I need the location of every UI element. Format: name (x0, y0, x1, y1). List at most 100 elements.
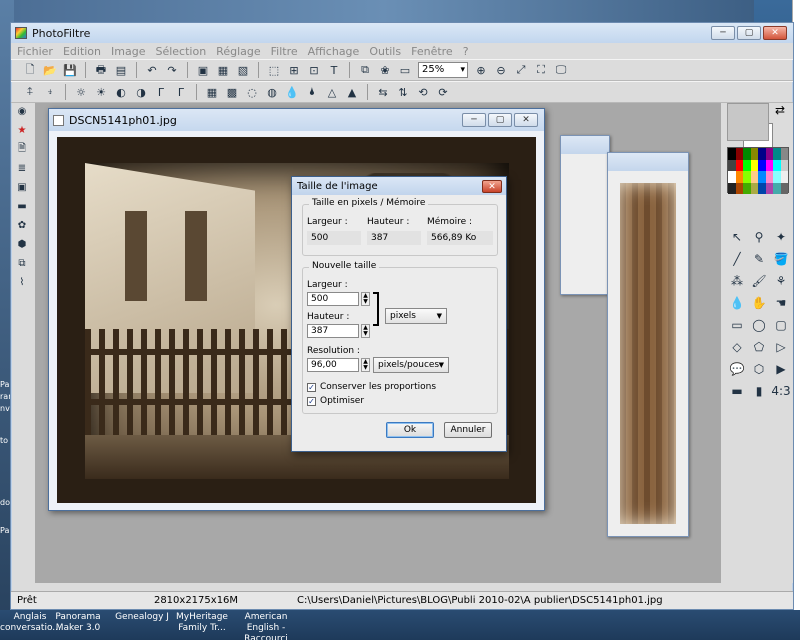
rounded-rect-icon[interactable]: ▢ (771, 315, 791, 335)
saturation-minus-icon[interactable]: Γ (172, 83, 190, 101)
fill-mode-icon[interactable]: ▬ (727, 381, 747, 401)
undo-icon[interactable]: ↶ (143, 61, 161, 79)
stamp-icon[interactable]: ⚘ (771, 271, 791, 291)
dialog-close-button[interactable]: ✕ (482, 179, 502, 193)
rotate-right-icon[interactable]: ⟳ (434, 83, 452, 101)
speech-icon[interactable]: 💬 (727, 359, 747, 379)
height-input[interactable]: 387 (307, 324, 359, 338)
menu-help[interactable]: ? (463, 45, 469, 58)
foreground-color-swatch[interactable] (727, 103, 769, 141)
menu-fenetre[interactable]: Fenêtre (411, 45, 453, 58)
save-icon[interactable]: 💾 (61, 61, 79, 79)
smudge-icon[interactable]: ✋ (749, 293, 769, 313)
sepia-icon[interactable]: ▩ (223, 83, 241, 101)
width-spinner[interactable]: ▲ ▼ (361, 292, 370, 306)
polygon-icon[interactable]: ⬡ (749, 359, 769, 379)
resize-icon[interactable]: ⊡ (305, 61, 323, 79)
zoom-out-icon[interactable]: ⊖ (492, 61, 510, 79)
maximize-button[interactable]: ▢ (737, 26, 761, 40)
palette-icon[interactable]: ✿ (14, 217, 30, 233)
globe-icon[interactable]: ◉ (14, 103, 30, 119)
auto-levels-icon[interactable]: ⍏ (21, 83, 39, 101)
unit-select[interactable]: pixels (385, 308, 447, 324)
zoom-select[interactable]: 25% (418, 62, 468, 78)
image-window-titlebar[interactable]: DSCN5141ph01.jpg ─ ▢ ✕ (49, 109, 544, 131)
menu-edition[interactable]: Edition (63, 45, 101, 58)
keep-proportions-checkbox[interactable]: ✓ Conserver les proportions (307, 382, 436, 392)
saturation-plus-icon[interactable]: Γ (152, 83, 170, 101)
image-size-icon[interactable]: ⬚ (265, 61, 283, 79)
sharpen-icon[interactable]: ◍ (263, 83, 281, 101)
border-mode-icon[interactable]: ▮ (749, 381, 769, 401)
resolution-input[interactable]: 96,00 (307, 358, 359, 372)
ellipse-icon[interactable]: ◯ (749, 315, 769, 335)
select-arrow-icon[interactable]: ↖ (727, 227, 747, 247)
document-icon[interactable]: 🗎 (14, 141, 30, 157)
brightness-plus-icon[interactable]: ☼ (72, 83, 90, 101)
image-maximize-button[interactable]: ▢ (488, 113, 512, 127)
actual-size-icon[interactable]: ⤢ (512, 61, 530, 79)
ratio-icon[interactable]: 4:3 (771, 381, 791, 401)
layers-icon[interactable]: ⧉ (356, 61, 374, 79)
triangle-alt-icon[interactable]: ▲ (343, 83, 361, 101)
full-screen-icon[interactable]: 🖵 (552, 61, 570, 79)
monitor-icon[interactable]: ▬ (14, 198, 30, 214)
optimize-checkbox[interactable]: ✓ Optimiser (307, 396, 364, 406)
menu-outils[interactable]: Outils (369, 45, 401, 58)
resolution-unit-select[interactable]: pixels/pouces (373, 357, 449, 373)
redo-icon[interactable]: ↷ (163, 61, 181, 79)
menu-filtre[interactable]: Filtre (271, 45, 298, 58)
pipette-icon[interactable]: ⚲ (749, 227, 769, 247)
colors-icon[interactable]: ⬢ (14, 236, 30, 252)
frame-icon[interactable]: ▣ (14, 179, 30, 195)
drop-icon[interactable]: 💧 (727, 293, 747, 313)
line-icon[interactable]: ╱ (727, 249, 747, 269)
layers-icon[interactable]: ⧉ (14, 255, 30, 271)
scan-icon[interactable]: ▤ (112, 61, 130, 79)
pencil-icon[interactable]: ✎ (749, 249, 769, 269)
width-input[interactable]: 500 (307, 292, 359, 306)
grayscale-icon[interactable]: ▦ (203, 83, 221, 101)
fit-window-icon[interactable]: ⛶ (532, 61, 550, 79)
plugin-icon[interactable]: ❀ (376, 61, 394, 79)
menu-reglage[interactable]: Réglage (216, 45, 260, 58)
background-window[interactable] (560, 135, 610, 295)
contrast-plus-icon[interactable]: ◐ (112, 83, 130, 101)
shortcut-myheritage[interactable]: MyHeritage Family Tr... (172, 612, 232, 634)
color-grid[interactable] (727, 147, 789, 194)
brush-icon[interactable]: 🖌 (749, 271, 769, 291)
swap-colors-icon[interactable]: ⇄ (775, 103, 785, 117)
app-titlebar[interactable]: PhotoFiltre ─ ▢ ✕ (11, 23, 793, 43)
paste-icon[interactable]: ▦ (214, 61, 232, 79)
star-icon[interactable]: ★ (14, 122, 30, 138)
spray-icon[interactable]: ⁂ (727, 271, 747, 291)
hand-icon[interactable]: ☚ (771, 293, 791, 313)
magic-wand-icon[interactable]: ✦ (771, 227, 791, 247)
close-button[interactable]: ✕ (763, 26, 787, 40)
window-icon[interactable]: ▭ (396, 61, 414, 79)
new-file-icon[interactable]: 🗋 (21, 61, 39, 79)
triangle-icon[interactable]: △ (323, 83, 341, 101)
menu-fichier[interactable]: Fichier (17, 45, 53, 58)
fill-bucket-icon[interactable]: 🪣 (771, 249, 791, 269)
rotate-left-icon[interactable]: ⟲ (414, 83, 432, 101)
flip-vertical-icon[interactable]: ⇅ (394, 83, 412, 101)
print-icon[interactable]: 🖶 (92, 61, 110, 79)
play-icon[interactable]: ▶ (771, 359, 791, 379)
brightness-minus-icon[interactable]: ☀ (92, 83, 110, 101)
brush-icon[interactable]: ⌇ (14, 274, 30, 290)
image-close-button[interactable]: ✕ (514, 113, 538, 127)
auto-contrast-icon[interactable]: ⍖ (41, 83, 59, 101)
rectangle-icon[interactable]: ▭ (727, 315, 747, 335)
shortcut-panorama[interactable]: Panorama Maker 3.0 (48, 612, 108, 634)
triangle-icon[interactable]: ▷ (771, 337, 791, 357)
open-folder-icon[interactable]: 📂 (41, 61, 59, 79)
drop-icon[interactable]: 💧 (283, 83, 301, 101)
canvas-size-icon[interactable]: ⊞ (285, 61, 303, 79)
menu-image[interactable]: Image (111, 45, 145, 58)
paste-new-icon[interactable]: ▧ (234, 61, 252, 79)
ok-button[interactable]: Ok (386, 422, 434, 438)
menu-affichage[interactable]: Affichage (308, 45, 360, 58)
text-tool-icon[interactable]: T (325, 61, 343, 79)
shortcut-genealogy[interactable]: Genealogy J (112, 612, 172, 623)
